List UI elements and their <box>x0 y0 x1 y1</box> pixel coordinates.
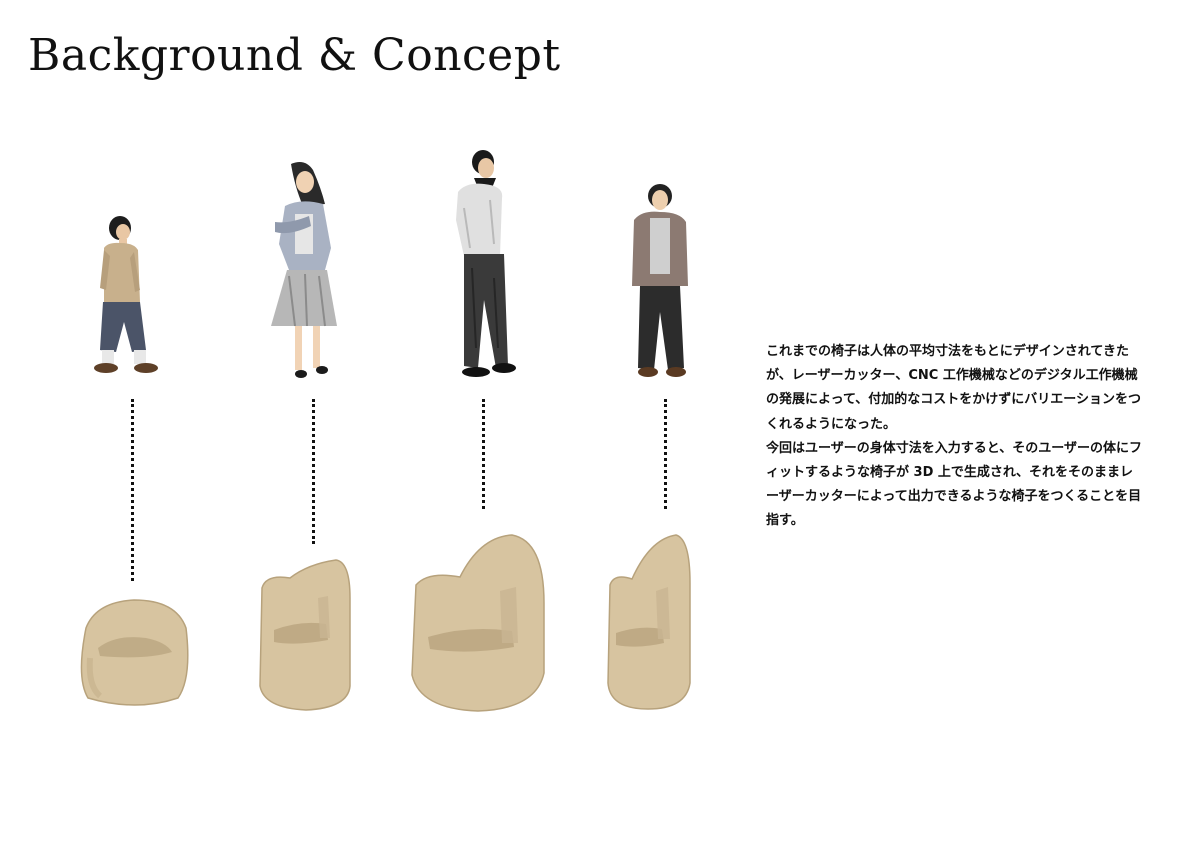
child-figure <box>94 216 158 373</box>
elderly-figure <box>632 184 688 377</box>
chair-large <box>411 534 545 712</box>
connector-dots <box>664 399 667 509</box>
connector-dots <box>482 399 485 509</box>
concept-paragraph: これまでの椅子は人体の平均寸法をもとにデザインされてきたが、レーザーカッター、C… <box>766 344 1142 432</box>
concept-text: これまでの椅子は人体の平均寸法をもとにデザインされてきたが、レーザーカッター、C… <box>766 340 1142 534</box>
page-title: Background & Concept <box>28 30 561 81</box>
chair-medium <box>259 559 351 711</box>
connector-dots <box>312 399 315 544</box>
chair-slim <box>607 534 691 710</box>
concept-paragraph: 今回はユーザーの身体寸法を入力すると、そのユーザーの体にフィットするような椅子が… <box>766 440 1142 529</box>
connector-dots <box>131 399 134 581</box>
woman-figure <box>271 162 337 378</box>
chair-small <box>80 599 189 706</box>
man-figure <box>456 150 516 377</box>
